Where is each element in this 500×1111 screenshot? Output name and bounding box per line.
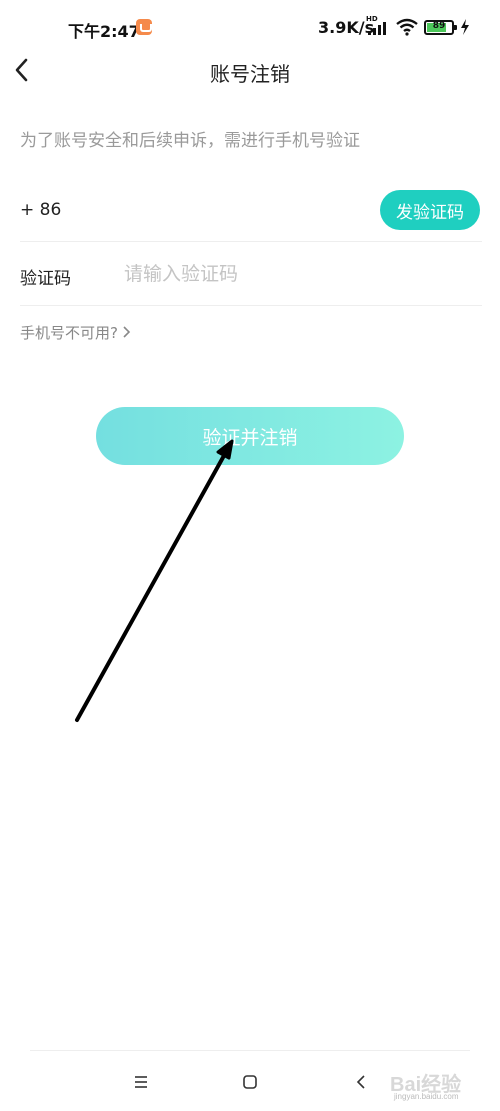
menu-icon <box>135 1076 147 1088</box>
signal-icon <box>368 21 392 35</box>
send-code-button[interactable]: 发验证码 <box>380 190 480 230</box>
nav-back-button[interactable] <box>346 1068 376 1098</box>
app-notification-icon <box>136 19 152 35</box>
status-time: 下午2:47 <box>68 22 140 41</box>
phone-unavailable-link[interactable]: 手机号不可用? <box>20 322 131 343</box>
back-icon <box>356 1075 365 1089</box>
verification-code-label: 验证码 <box>20 269 71 289</box>
watermark-sub: jingyan.baidu.com <box>394 1092 459 1101</box>
nav-menu-button[interactable] <box>126 1068 156 1098</box>
home-icon <box>243 1075 257 1089</box>
charging-icon <box>461 19 469 35</box>
verify-and-deactivate-button[interactable]: 验证并注销 <box>96 407 404 465</box>
phone-number-field[interactable] <box>125 196 275 226</box>
nav-home-button[interactable] <box>235 1068 265 1098</box>
battery-icon: 89 <box>424 20 457 35</box>
chevron-right-icon <box>123 326 131 338</box>
status-bar: 下午2:47 3.9K/s HD 89 <box>0 0 500 50</box>
annotation-arrow <box>75 439 234 722</box>
nav-divider <box>30 1050 470 1051</box>
phone-unavailable-label: 手机号不可用? <box>20 324 118 342</box>
baidu-jingyan-watermark: Bai经验 jingyan.baidu.com <box>380 1062 500 1106</box>
country-code[interactable]: + 86 <box>20 200 61 220</box>
battery-level: 89 <box>432 21 446 31</box>
wifi-icon <box>396 18 418 36</box>
verification-code-input[interactable] <box>124 258 424 290</box>
verification-code-row: 验证码 <box>20 242 482 306</box>
header: 账号注销 <box>0 50 500 90</box>
page-title: 账号注销 <box>210 62 290 86</box>
verification-hint: 为了账号安全和后续申诉，需进行手机号验证 <box>20 131 360 151</box>
phone-row: + 86 发验证码 <box>20 180 482 242</box>
